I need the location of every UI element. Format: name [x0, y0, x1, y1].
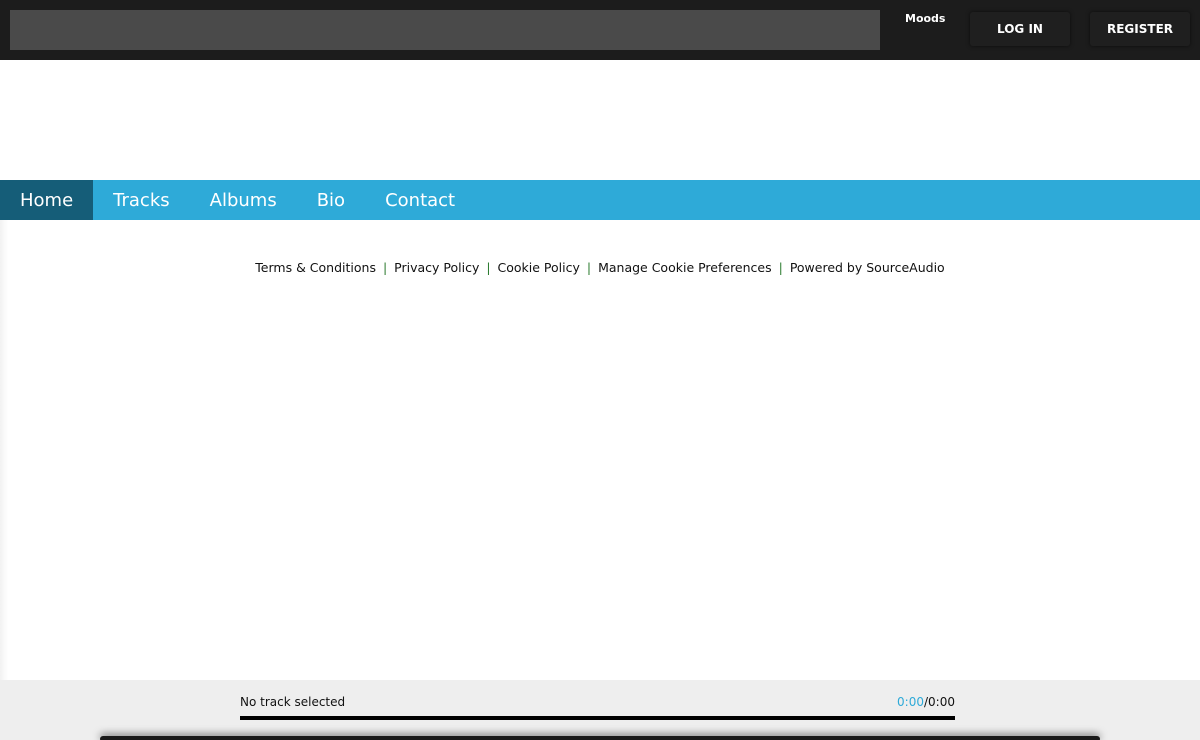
nav-item-contact[interactable]: Contact	[365, 180, 475, 220]
player-total-time: 0:00	[928, 695, 955, 709]
player-controls-strip	[100, 736, 1100, 740]
player-progress-bar[interactable]	[240, 716, 955, 720]
player-time: 0:00/0:00	[897, 695, 955, 709]
nav-item-bio[interactable]: Bio	[297, 180, 365, 220]
nav-item-home[interactable]: Home	[0, 180, 94, 220]
page: Moods LOG IN REGISTER Home Tracks Albums…	[0, 0, 1200, 740]
player-track-label: No track selected	[240, 695, 346, 709]
register-button[interactable]: REGISTER	[1090, 12, 1190, 46]
audio-player: No track selected 0:00/0:00	[0, 680, 1200, 740]
nav-item-tracks[interactable]: Tracks	[93, 180, 189, 220]
privacy-policy-link[interactable]: Privacy Policy	[394, 260, 479, 275]
terms-link[interactable]: Terms & Conditions	[255, 260, 376, 275]
moods-link[interactable]: Moods	[905, 12, 945, 25]
cookie-policy-link[interactable]: Cookie Policy	[498, 260, 580, 275]
player-current-time: 0:00	[897, 695, 924, 709]
nav-item-albums[interactable]: Albums	[190, 180, 297, 220]
footer-separator: |	[486, 260, 491, 275]
search-input[interactable]	[10, 10, 880, 50]
footer-separator: |	[586, 260, 592, 275]
main-nav: Home Tracks Albums Bio Contact	[0, 180, 1200, 220]
top-bar: Moods LOG IN REGISTER	[0, 0, 1200, 60]
footer-separator: |	[382, 260, 388, 275]
cookie-preferences-link[interactable]: Manage Cookie Preferences	[598, 260, 772, 275]
login-button[interactable]: LOG IN	[970, 12, 1070, 46]
left-edge-shade	[0, 220, 8, 680]
powered-by-link[interactable]: Powered by SourceAudio	[790, 260, 945, 275]
footer-links: Terms & Conditions | Privacy Policy | Co…	[0, 260, 1200, 275]
footer-separator: |	[778, 260, 783, 275]
